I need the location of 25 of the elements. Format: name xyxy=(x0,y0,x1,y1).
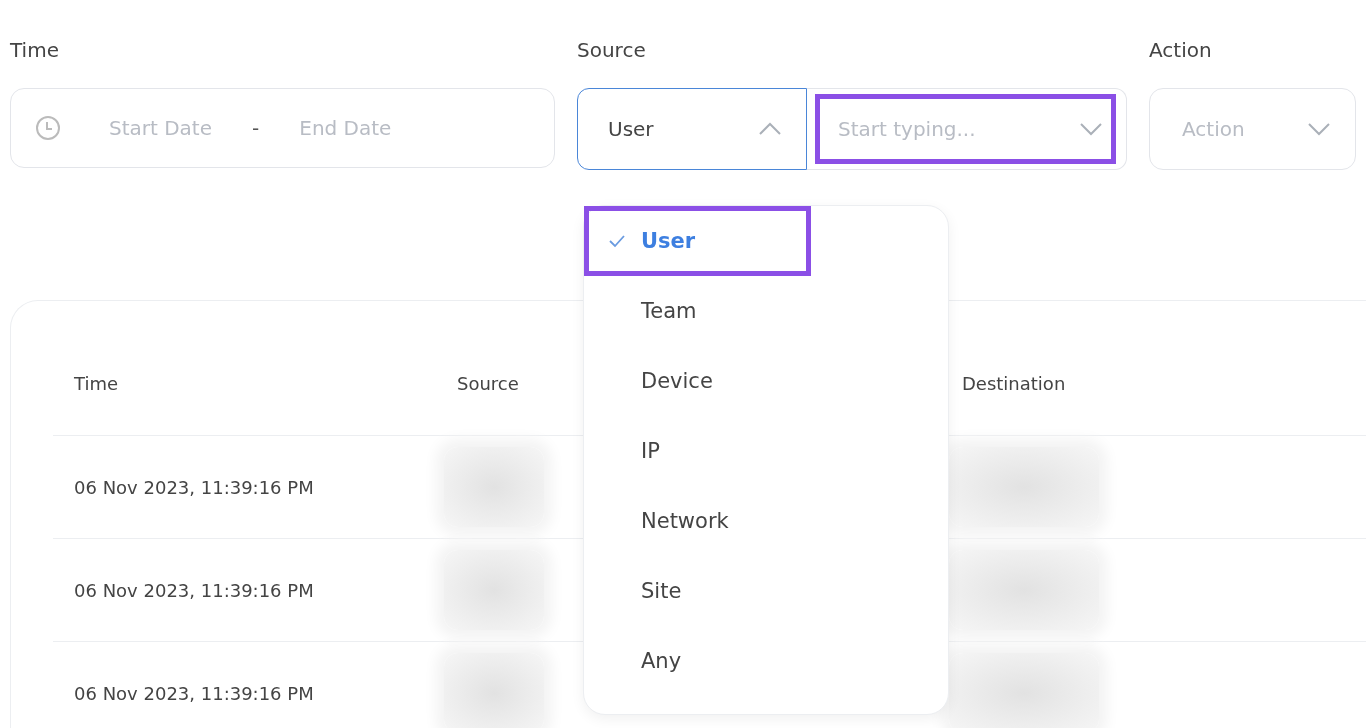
field-label: Time xyxy=(10,38,60,62)
end-date-placeholder: End Date xyxy=(299,116,392,140)
menu-option[interactable]: Device xyxy=(584,346,948,416)
field-label: Action xyxy=(1149,38,1213,62)
table-cell-text: 06 Nov 2023, 11:39:16 PM xyxy=(74,682,315,704)
menu-option[interactable]: Network xyxy=(584,486,948,556)
menu-option[interactable]: Site xyxy=(584,556,948,626)
range-separator: - xyxy=(252,116,260,140)
source-select[interactable]: User xyxy=(577,88,807,170)
chevron-down-icon xyxy=(1079,122,1103,136)
column-header: Destination xyxy=(962,372,1066,394)
menu-option[interactable]: IP xyxy=(584,416,948,486)
table-cell-text: 06 Nov 2023, 11:39:16 PM xyxy=(74,476,315,498)
clock-icon xyxy=(35,115,61,141)
menu-option[interactable]: User xyxy=(584,206,811,276)
field-label: Source xyxy=(577,38,647,62)
chevron-up-icon xyxy=(758,122,782,136)
date-range-field[interactable]: Start Date - End Date xyxy=(10,88,555,168)
menu-option[interactable]: Any xyxy=(584,626,948,696)
chevron-down-icon xyxy=(1307,122,1331,136)
table-cell-text: 06 Nov 2023, 11:39:16 PM xyxy=(74,579,315,601)
column-header: Time xyxy=(74,372,119,394)
menu-option[interactable]: Team xyxy=(584,276,948,346)
start-date-placeholder: Start Date xyxy=(109,116,213,140)
column-header: Source xyxy=(457,372,519,394)
